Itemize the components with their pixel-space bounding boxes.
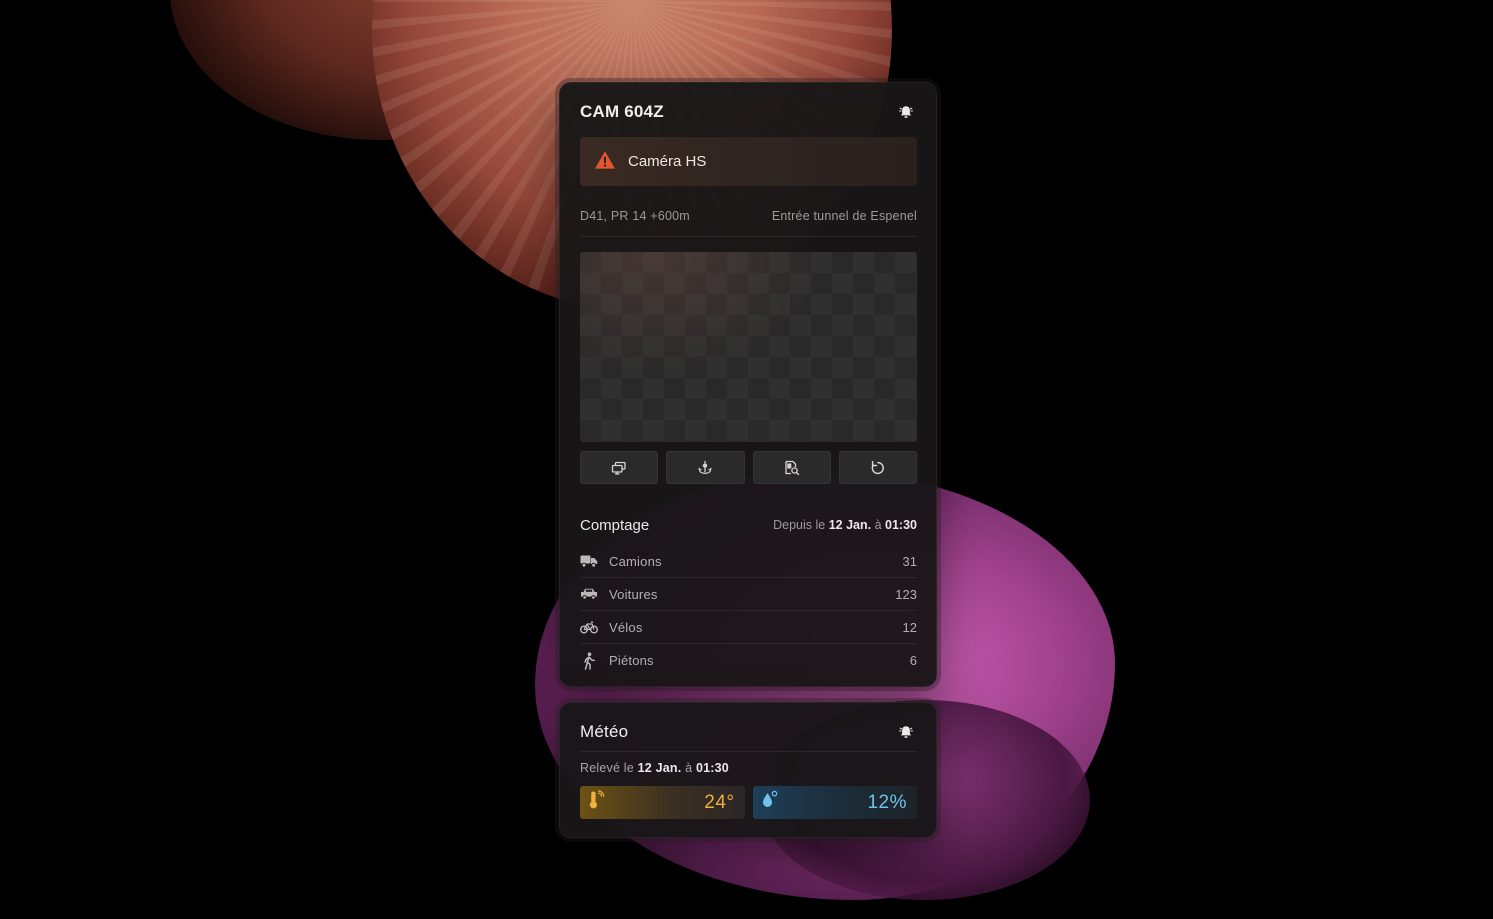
camera-controls [580, 451, 917, 484]
camera-header: CAM 604Z [580, 101, 917, 123]
counting-header: Comptage Depuis le 12 Jan. à 01:30 [580, 515, 917, 535]
list-item: Camions 31 [580, 545, 917, 578]
camera-alert: Caméra HS [580, 137, 917, 186]
list-item-value: 123 [895, 586, 917, 602]
bicycle-icon [580, 618, 598, 636]
releve-date: 12 Jan. [637, 761, 682, 775]
weather-header: Météo [580, 721, 917, 743]
camera-panel: CAM 604Z Caméra HS D41, PR 14 +600m Entr… [559, 82, 937, 687]
releve-at: à [685, 761, 693, 775]
counting-list: Camions 31 Voitures 123 Vélos 12 Piétons… [580, 545, 917, 677]
location-row: D41, PR 14 +600m Entrée tunnel de Espene… [580, 209, 917, 237]
screen-icon [611, 461, 626, 475]
thermometer-icon [588, 789, 606, 816]
counting-since: Depuis le 12 Jan. à 01:30 [773, 518, 917, 532]
background-stage: CAM 604Z Caméra HS D41, PR 14 +600m Entr… [0, 0, 1493, 919]
search-record-icon [784, 460, 799, 475]
alarm-bell-icon[interactable] [895, 101, 917, 123]
refresh-icon [871, 460, 884, 474]
since-at: à [874, 518, 882, 532]
list-item: Voitures 123 [580, 578, 917, 611]
list-item: Vélos 12 [580, 611, 917, 644]
humidity-value: 12% [867, 791, 907, 813]
list-item: Piétons 6 [580, 644, 917, 677]
list-item-value: 31 [902, 553, 917, 569]
place-name: Entrée tunnel de Espenel [771, 209, 917, 223]
pan-tilt-button[interactable] [666, 451, 745, 484]
list-item-label: Vélos [609, 619, 643, 635]
releve-prefix: Relevé le [580, 761, 634, 775]
car-icon [580, 585, 598, 603]
warning-triangle-icon [594, 150, 616, 174]
list-item-label: Camions [609, 553, 662, 569]
screen-button[interactable] [580, 451, 659, 484]
weather-gauges: 24° 12% [580, 786, 917, 819]
water-drop-icon [761, 790, 779, 816]
since-prefix: Depuis le [773, 518, 826, 532]
humidity-gauge: 12% [752, 786, 917, 819]
refresh-button[interactable] [838, 451, 917, 484]
divider [580, 751, 917, 752]
search-record-button[interactable] [752, 451, 831, 484]
list-item-value: 6 [909, 653, 917, 668]
pedestrian-icon [580, 651, 598, 670]
camera-title: CAM 604Z [580, 102, 664, 121]
since-date: 12 Jan. [828, 518, 872, 532]
road-reference: D41, PR 14 +600m [580, 209, 690, 223]
temperature-gauge: 24° [580, 786, 745, 819]
weather-panel: Météo Relevé le 12 Jan. à 01:30 24° 12% [559, 702, 937, 838]
alert-text: Caméra HS [628, 153, 707, 170]
weather-title: Météo [580, 722, 629, 741]
list-item-label: Piétons [609, 653, 654, 668]
weather-reading-time: Relevé le 12 Jan. à 01:30 [580, 761, 729, 775]
list-item-value: 12 [902, 619, 917, 635]
alarm-bell-icon[interactable] [895, 721, 917, 743]
counting-title: Comptage [580, 516, 650, 534]
truck-icon [580, 552, 598, 570]
video-feed[interactable] [580, 252, 917, 442]
since-time: 01:30 [885, 518, 917, 532]
pan-tilt-icon [698, 460, 712, 474]
releve-time: 01:30 [695, 761, 729, 775]
list-item-label: Voitures [609, 586, 658, 602]
temperature-value: 24° [704, 791, 735, 813]
